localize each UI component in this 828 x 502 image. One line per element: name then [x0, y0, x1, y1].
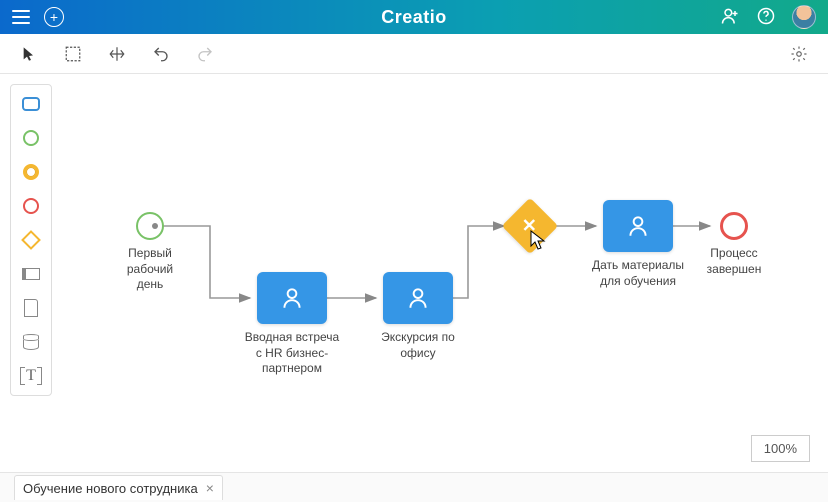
start-event-label: Первый рабочий день	[110, 246, 190, 293]
redo-icon[interactable]	[194, 43, 216, 65]
diagram-canvas[interactable]: Первый рабочий день Вводная встреча с HR…	[0, 74, 828, 472]
pointer-tool-icon[interactable]	[18, 43, 40, 65]
end-event-label: Процесс завершен	[694, 246, 774, 277]
menu-icon[interactable]	[12, 10, 30, 24]
end-event-node[interactable]: Процесс завершен	[694, 212, 774, 277]
undo-icon[interactable]	[150, 43, 172, 65]
start-event-node[interactable]: Первый рабочий день	[110, 212, 190, 293]
help-icon[interactable]	[756, 6, 776, 29]
user-icon	[625, 213, 651, 239]
settings-icon[interactable]	[788, 43, 810, 65]
toolbar	[0, 34, 828, 74]
zoom-level[interactable]: 100%	[751, 435, 810, 462]
user-icon	[279, 285, 305, 311]
task-label: Экскурсия по офису	[348, 330, 488, 361]
task-node-1[interactable]: Вводная встреча с HR бизнес- партнером	[222, 272, 362, 377]
pan-tool-icon[interactable]	[106, 43, 128, 65]
logo: Creatio	[381, 7, 447, 28]
task-label: Вводная встреча с HR бизнес- партнером	[222, 330, 362, 377]
mouse-cursor-icon	[530, 230, 546, 250]
task-node-2[interactable]: Экскурсия по офису	[348, 272, 488, 361]
user-icon	[405, 285, 431, 311]
header-left: +	[12, 7, 64, 27]
connector-dot	[152, 223, 158, 229]
tab-onboarding[interactable]: Обучение нового сотрудника ×	[14, 475, 223, 500]
header-right	[720, 5, 816, 29]
app-header: + Creatio	[0, 0, 828, 34]
footer-tabs: Обучение нового сотрудника ×	[0, 472, 828, 502]
add-user-icon[interactable]	[720, 6, 740, 29]
close-tab-icon[interactable]: ×	[206, 480, 214, 496]
add-icon[interactable]: +	[44, 7, 64, 27]
avatar[interactable]	[792, 5, 816, 29]
select-area-tool-icon[interactable]	[62, 43, 84, 65]
tab-label: Обучение нового сотрудника	[23, 481, 198, 496]
main-area: T Первый рабочий день	[0, 74, 828, 472]
task-label: Дать материалы для обучения	[568, 258, 708, 289]
task-node-3[interactable]: Дать материалы для обучения	[568, 200, 708, 289]
